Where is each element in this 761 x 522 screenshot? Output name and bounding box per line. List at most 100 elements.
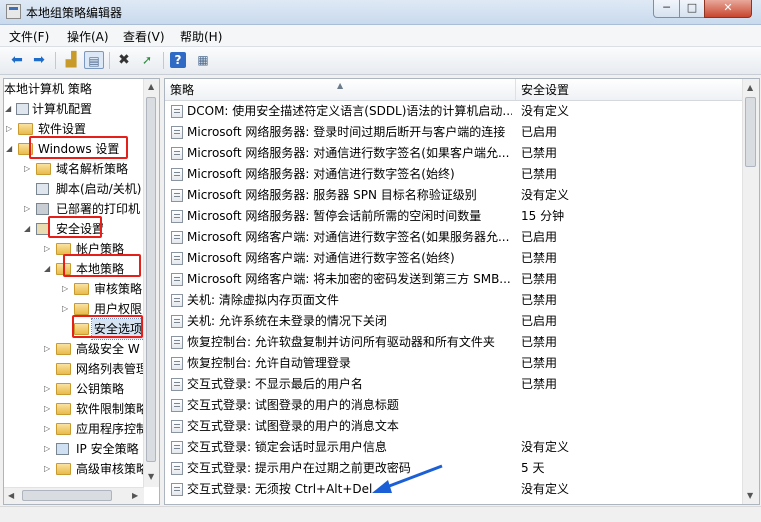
column-header-policy[interactable]: 策略 ▲ — [165, 79, 516, 100]
expand-icon[interactable]: ▷ — [24, 159, 33, 179]
expand-icon[interactable]: ▷ — [44, 379, 53, 399]
expand-icon[interactable]: ▷ — [44, 459, 53, 479]
table-row[interactable]: 交互式登录: 试图登录的用户的消息文本 — [165, 416, 743, 437]
table-row[interactable]: 关机: 清除虚拟内存页面文件 已禁用 — [165, 290, 743, 311]
minimize-button[interactable]: ─ — [653, 0, 680, 18]
expand-icon[interactable]: ▷ — [44, 419, 53, 439]
collapse-icon[interactable]: ◢ — [24, 219, 33, 239]
policy-name-cell: DCOM: 使用安全描述符定义语言(SDDL)语法的计算机启动... — [187, 104, 512, 118]
forward-arrow-icon[interactable]: ➡ — [29, 51, 49, 69]
folder-icon — [56, 403, 71, 415]
scroll-left-icon[interactable]: ◀ — [8, 491, 14, 500]
policy-name-cell: Microsoft 网络服务器: 对通信进行数字签名(始终) — [187, 167, 455, 181]
menu-help[interactable]: 帮助(H) — [180, 28, 222, 45]
computer-icon — [16, 103, 29, 115]
expand-icon[interactable]: ▷ — [44, 239, 53, 259]
table-row[interactable]: 恢复控制台: 允许自动管理登录 已禁用 — [165, 353, 743, 374]
scroll-down-icon[interactable]: ▼ — [148, 472, 154, 481]
expand-icon[interactable]: ▷ — [44, 339, 53, 359]
list-vertical-scrollbar[interactable]: ▲ ▼ — [742, 79, 759, 504]
highlight-box-security-settings — [48, 216, 102, 238]
table-row[interactable]: Microsoft 网络客户端: 对通信进行数字签名(如果服务器允... 已启用 — [165, 227, 743, 248]
table-row[interactable]: DCOM: 使用安全描述符定义语言(SDDL)语法的计算机启动... 没有定义 — [165, 101, 743, 122]
expand-icon[interactable]: ▷ — [44, 439, 53, 459]
policy-icon — [171, 315, 183, 328]
expand-icon[interactable]: ▷ — [6, 119, 15, 139]
table-row[interactable]: 交互式登录: 提示用户在过期之前更改密码 5 天 — [165, 458, 743, 479]
tree-vertical-scrollbar[interactable]: ▲ ▼ — [143, 79, 159, 487]
security-setting-cell: 已启用 — [521, 314, 558, 328]
show-hide-tree-icon[interactable]: ▤ — [84, 51, 104, 69]
policy-name-cell: 恢复控制台: 允许软盘复制并访问所有驱动器和所有文件夹 — [187, 335, 495, 349]
tree-item-label: 审核策略 — [94, 282, 143, 296]
column-header-setting[interactable]: 安全设置 — [516, 79, 743, 100]
properties-icon[interactable]: ▦ — [193, 51, 213, 69]
expand-icon[interactable]: ▷ — [24, 199, 33, 219]
security-setting-cell: 已禁用 — [521, 251, 558, 265]
table-row[interactable]: 交互式登录: 无须按 Ctrl+Alt+Del 没有定义 — [165, 479, 743, 500]
policy-name-cell: Microsoft 网络客户端: 对通信进行数字签名(如果服务器允... — [187, 230, 510, 244]
highlight-box-local-policy — [63, 254, 141, 277]
policy-name-cell: 恢复控制台: 允许自动管理登录 — [187, 356, 351, 370]
tree-horizontal-scrollbar[interactable]: ◀ ▶ — [4, 487, 144, 504]
window-title: 本地组策略编辑器 — [26, 6, 123, 20]
policy-icon — [171, 399, 183, 412]
menu-view[interactable]: 查看(V) — [123, 28, 165, 45]
tree-item-label: IP 安全策略 — [76, 442, 139, 456]
policy-icon — [171, 210, 183, 223]
tree-item-label: 高级审核策略 — [76, 462, 149, 476]
maximize-button[interactable]: □ — [679, 0, 705, 18]
table-row[interactable]: Microsoft 网络客户端: 将未加密的密码发送到第三方 SMB... 已禁用 — [165, 269, 743, 290]
column-header-label: 策略 — [170, 83, 195, 97]
table-row[interactable]: 交互式登录: 不显示最后的用户名 已禁用 — [165, 374, 743, 395]
policy-name-cell: 交互式登录: 提示用户在过期之前更改密码 — [187, 461, 411, 475]
table-row[interactable]: 交互式登录: 锁定会话时显示用户信息 没有定义 — [165, 437, 743, 458]
policy-icon — [171, 231, 183, 244]
security-setting-cell: 没有定义 — [521, 482, 570, 496]
table-row[interactable]: 交互式登录: 试图登录的用户的消息标题 — [165, 395, 743, 416]
table-row[interactable]: 恢复控制台: 允许软盘复制并访问所有驱动器和所有文件夹 已禁用 — [165, 332, 743, 353]
back-arrow-icon[interactable]: ⬅ — [7, 51, 27, 69]
scroll-down-icon[interactable]: ▼ — [747, 491, 753, 500]
folder-icon — [56, 383, 71, 395]
expand-icon[interactable]: ▷ — [62, 279, 71, 299]
help-icon[interactable]: ? — [170, 52, 186, 68]
table-row[interactable]: Microsoft 网络服务器: 登录时间过期后断开与客户端的连接 已启用 — [165, 122, 743, 143]
collapse-icon[interactable]: ◢ — [44, 259, 53, 279]
policy-name-cell: 关机: 清除虚拟内存页面文件 — [187, 293, 339, 307]
table-row[interactable]: Microsoft 网络服务器: 服务器 SPN 目标名称验证级别 没有定义 — [165, 185, 743, 206]
collapse-icon[interactable]: ◢ — [5, 99, 14, 119]
table-row[interactable]: Microsoft 网络服务器: 对通信进行数字签名(如果客户端允... 已禁用 — [165, 143, 743, 164]
menu-action[interactable]: 操作(A) — [67, 28, 109, 45]
table-row[interactable]: Microsoft 网络客户端: 对通信进行数字签名(始终) 已禁用 — [165, 248, 743, 269]
scroll-right-icon[interactable]: ▶ — [132, 491, 138, 500]
tree-item-label: 软件限制策略 — [76, 402, 149, 416]
menu-file[interactable]: 文件(F) — [9, 28, 49, 45]
scroll-up-icon[interactable]: ▲ — [148, 82, 154, 91]
scroll-thumb[interactable] — [22, 490, 112, 501]
export-list-icon[interactable]: ➚ — [137, 51, 157, 69]
security-setting-cell: 已禁用 — [521, 293, 558, 307]
scroll-up-icon[interactable]: ▲ — [747, 83, 753, 92]
table-row[interactable]: Microsoft 网络服务器: 暂停会话前所需的空闲时间数量 15 分钟 — [165, 206, 743, 227]
expand-icon[interactable]: ▷ — [44, 399, 53, 419]
tree-item-label: 计算机配置 — [32, 102, 93, 116]
delete-icon[interactable]: ✖ — [114, 51, 134, 69]
table-row[interactable]: 关机: 允许系统在未登录的情况下关闭 已启用 — [165, 311, 743, 332]
policy-name-cell: 交互式登录: 不显示最后的用户名 — [187, 377, 363, 391]
policy-icon — [171, 294, 183, 307]
policy-icon — [171, 483, 183, 496]
expand-icon[interactable]: ▷ — [62, 299, 71, 319]
policy-list[interactable]: 策略 ▲ 安全设置 DCOM: 使用安全描述符定义语言(SDDL)语法的计算机启… — [164, 78, 760, 505]
security-setting-cell: 已禁用 — [521, 167, 558, 181]
highlight-box-windows-settings — [29, 136, 128, 159]
close-button[interactable]: ✕ — [704, 0, 752, 18]
scroll-thumb[interactable] — [745, 97, 756, 167]
policy-icon — [171, 357, 183, 370]
up-folder-icon[interactable]: ▟ — [61, 51, 81, 69]
tree-item-label: 高级安全 W — [76, 342, 140, 356]
policy-name-cell: Microsoft 网络服务器: 对通信进行数字签名(如果客户端允... — [187, 146, 510, 160]
table-row[interactable]: Microsoft 网络服务器: 对通信进行数字签名(始终) 已禁用 — [165, 164, 743, 185]
collapse-icon[interactable]: ◢ — [6, 139, 15, 159]
scroll-thumb[interactable] — [146, 97, 156, 462]
